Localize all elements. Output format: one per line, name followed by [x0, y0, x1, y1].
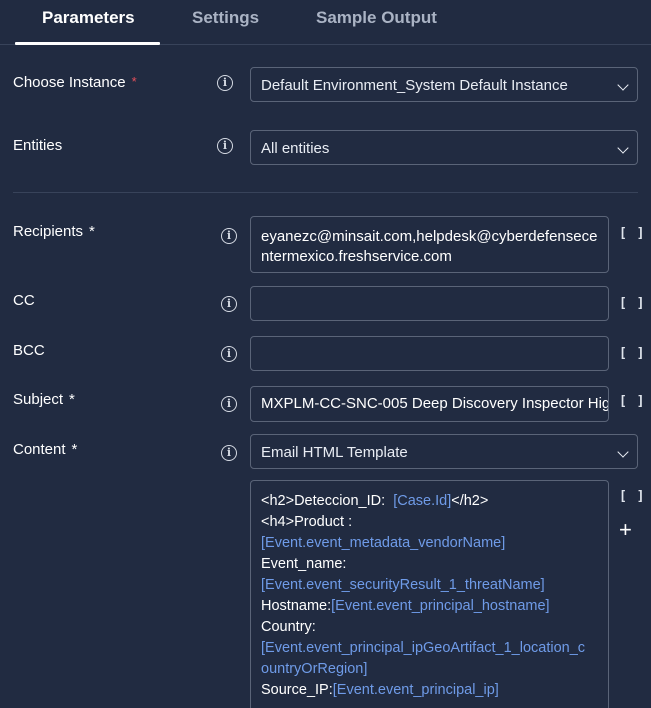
template-line: <h4>Product : [261, 512, 598, 533]
entities-value: All entities [261, 140, 330, 157]
placeholder-token: [Case.Id] [393, 493, 452, 509]
cc-label: CC [13, 292, 35, 309]
required-marker: * [131, 74, 137, 89]
template-text: <h4>Product : [261, 514, 353, 530]
template-text: <h2>Deteccion_ID: [261, 493, 394, 509]
list-brackets-icon[interactable]: [ ] [619, 226, 645, 241]
tab-bar: Parameters Settings Sample Output [0, 0, 651, 45]
bcc-label: BCC [13, 342, 45, 359]
placeholder-token: [Event.event_principal_hostname] [331, 598, 550, 614]
template-text: Source_IP: [261, 682, 333, 698]
tab-settings[interactable]: Settings [192, 8, 259, 28]
content-type-value: Email HTML Template [261, 444, 408, 461]
info-icon[interactable]: i [221, 228, 237, 244]
template-text: </h2> [451, 493, 489, 509]
template-text: Event_name: [261, 556, 347, 572]
cc-input[interactable] [250, 286, 609, 321]
chevron-down-icon [617, 142, 629, 154]
info-icon[interactable]: i [221, 296, 237, 312]
placeholder-token: [Event.event_principal_ipGeoArtifact_1_l… [261, 640, 586, 656]
info-icon[interactable]: i [217, 75, 233, 91]
info-icon[interactable]: i [221, 445, 237, 461]
entities-select[interactable]: All entities [250, 130, 638, 165]
template-line: [Event.event_metadata_vendorName] [261, 533, 598, 554]
info-icon[interactable]: i [221, 346, 237, 362]
list-brackets-icon[interactable]: [ ] [619, 296, 645, 311]
template-line: Source_IP:[Event.event_principal_ip] [261, 680, 598, 701]
entities-label: Entities [13, 137, 63, 154]
template-line: [Event.event_principal_ipGeoArtifact_1_l… [261, 638, 598, 659]
info-icon[interactable]: i [217, 138, 233, 154]
chevron-down-icon [617, 446, 629, 458]
recipients-label: Recipients * [13, 223, 95, 240]
list-brackets-icon[interactable]: [ ] [619, 394, 645, 409]
required-marker: * [71, 441, 78, 458]
bcc-input[interactable] [250, 336, 609, 371]
template-line: Event_name: [261, 554, 598, 575]
choose-instance-value: Default Environment_System Default Insta… [261, 77, 568, 94]
content-label: Content * [13, 441, 78, 458]
content-template-editor[interactable]: <h2>Deteccion_ID: [Case.Id]</h2> <h4>Prod… [250, 480, 609, 708]
tab-sample-output[interactable]: Sample Output [316, 8, 437, 28]
section-divider [13, 192, 638, 193]
tab-parameters[interactable]: Parameters [42, 8, 135, 28]
content-type-select[interactable]: Email HTML Template [250, 434, 638, 469]
placeholder-token: ountryOrRegion] [261, 661, 368, 677]
list-brackets-icon[interactable]: [ ] [619, 346, 645, 361]
info-icon[interactable]: i [221, 396, 237, 412]
placeholder-token: [Event.event_principal_ip] [332, 682, 499, 698]
placeholder-token: [Event.event_securityResult_1_threatName… [261, 577, 545, 593]
required-marker: * [89, 223, 95, 240]
subject-label: Subject * [13, 391, 75, 408]
template-line: ountryOrRegion] [261, 659, 598, 680]
template-line: [Event.event_securityResult_1_threatName… [261, 575, 598, 596]
required-marker: * [69, 391, 75, 408]
template-text: Hostname: [261, 598, 332, 614]
list-brackets-icon[interactable]: [ ] [619, 489, 645, 504]
choose-instance-select[interactable]: Default Environment_System Default Insta… [250, 67, 638, 102]
active-tab-indicator [15, 42, 160, 45]
placeholder-token: [Event.event_metadata_vendorName] [261, 535, 506, 551]
template-text: Country: [261, 619, 316, 635]
plus-icon[interactable]: + [619, 519, 632, 541]
choose-instance-label: Choose Instance * [13, 74, 137, 91]
chevron-down-icon [617, 79, 629, 91]
recipients-input[interactable]: eyanezc@minsait.com,helpdesk@cyberdefens… [250, 216, 609, 273]
template-line: Hostname:[Event.event_principal_hostname… [261, 596, 598, 617]
subject-input[interactable]: MXPLM-CC-SNC-005 Deep Discovery Inspecto… [250, 386, 609, 422]
template-line: <h2>Deteccion_ID: [Case.Id]</h2> [261, 491, 598, 512]
template-line: Country: [261, 617, 598, 638]
